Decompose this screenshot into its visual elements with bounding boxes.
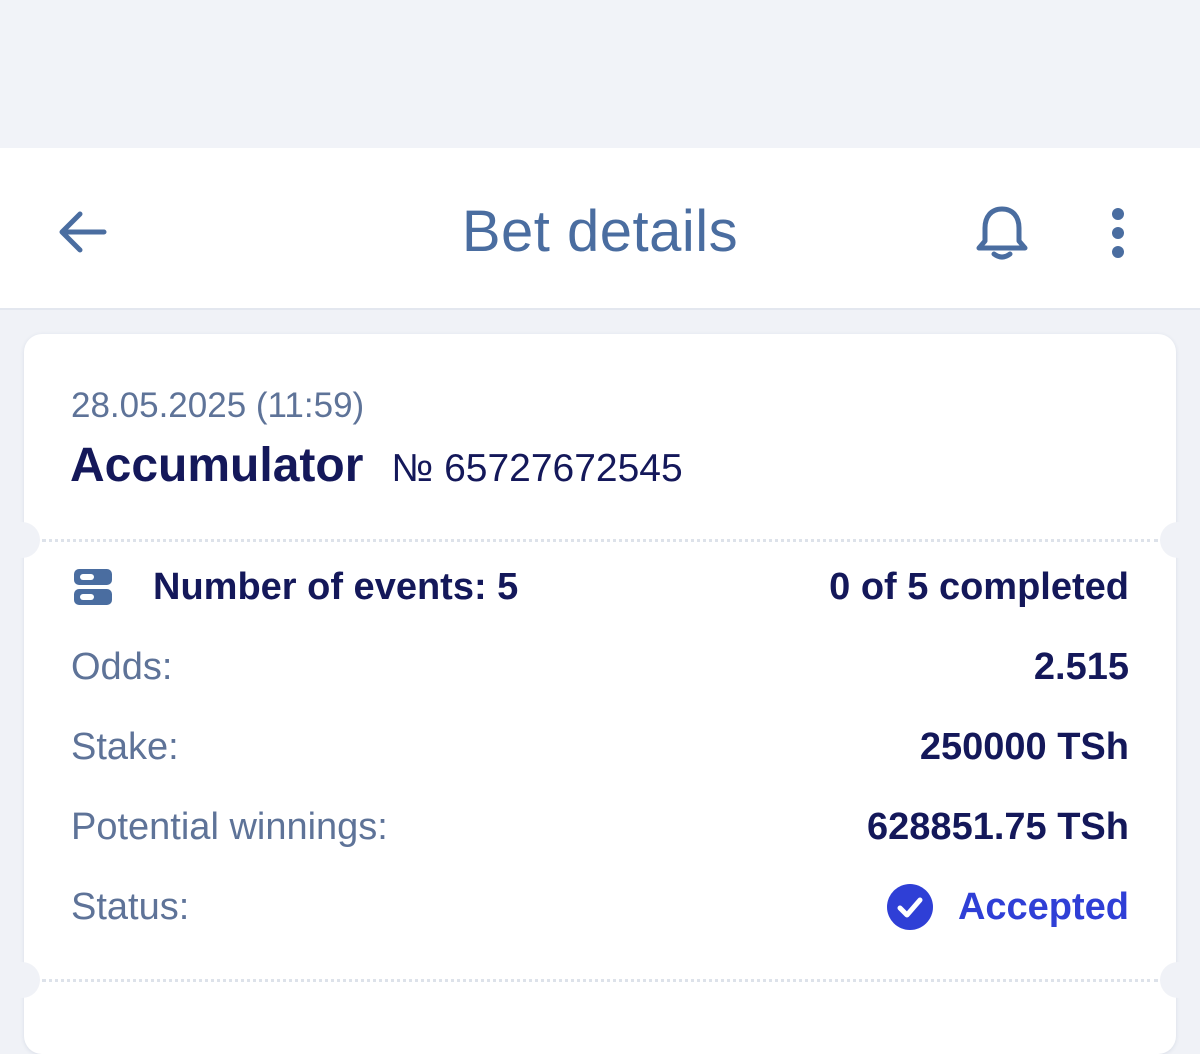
bet-number: № 65727672545 xyxy=(391,447,683,490)
ticket-notch-right xyxy=(1160,522,1196,558)
status-row: Status: Accepted xyxy=(71,877,1129,937)
ticket-divider xyxy=(42,539,1158,542)
events-row[interactable]: Number of events: 5 0 of 5 completed xyxy=(71,557,1129,617)
odds-row: Odds: 2.515 xyxy=(71,637,1129,697)
winnings-label: Potential winnings: xyxy=(71,805,388,848)
more-options-button[interactable] xyxy=(1092,198,1144,268)
status-indicator: Accepted xyxy=(886,883,1129,931)
status-bar-area xyxy=(0,0,1200,148)
notifications-button[interactable] xyxy=(964,198,1040,268)
events-completed: 0 of 5 completed xyxy=(829,565,1129,608)
status-value: Accepted xyxy=(957,885,1129,928)
status-label: Status: xyxy=(71,885,190,928)
bell-icon xyxy=(976,206,1028,260)
ticket-notch-left-bottom xyxy=(4,962,40,998)
odds-value: 2.515 xyxy=(1033,645,1129,688)
stake-value: 250000 TSh xyxy=(919,725,1129,768)
winnings-row: Potential winnings: 628851.75 TSh xyxy=(71,797,1129,857)
ticket-divider-bottom xyxy=(42,979,1158,982)
ticket-notch-left xyxy=(4,522,40,558)
bet-title-row: Accumulator № 65727672545 xyxy=(70,438,683,493)
events-summary: Number of events: 5 xyxy=(71,565,518,609)
more-vertical-icon xyxy=(1112,208,1124,258)
odds-label: Odds: xyxy=(71,645,173,688)
events-list-icon xyxy=(74,569,112,605)
stake-label: Stake: xyxy=(71,725,179,768)
ticket-notch-right-bottom xyxy=(1160,962,1196,998)
bet-date: 28.05.2025 (11:59) xyxy=(71,386,365,425)
bet-type: Accumulator xyxy=(70,439,364,492)
bet-card: 28.05.2025 (11:59) Accumulator № 6572767… xyxy=(4,334,1196,1054)
app-header: Bet details xyxy=(0,148,1200,310)
winnings-value: 628851.75 TSh xyxy=(867,805,1129,848)
events-count: Number of events: 5 xyxy=(153,565,519,608)
stake-row: Stake: 250000 TSh xyxy=(71,717,1129,777)
check-circle-icon xyxy=(886,884,933,930)
